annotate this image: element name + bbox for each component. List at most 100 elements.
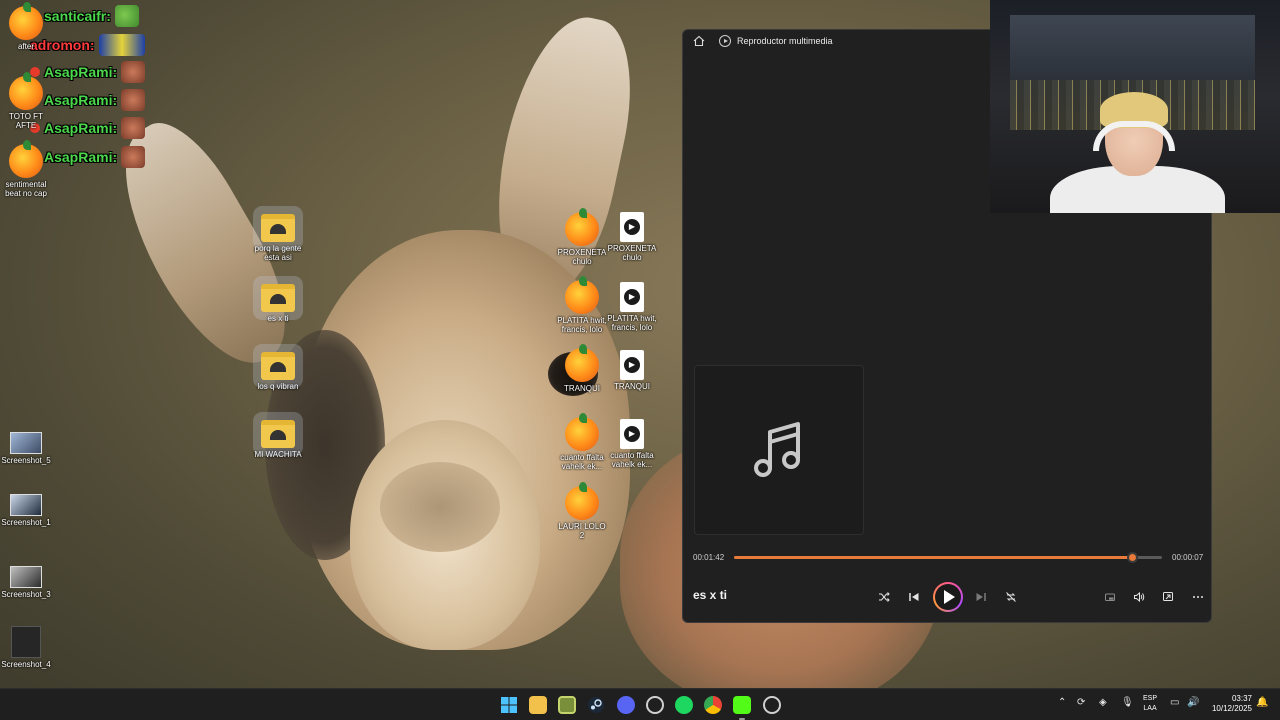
cast-icon[interactable] [1157, 586, 1179, 608]
desktop-icon-fl-project[interactable]: LAURI LOLO 2 [556, 482, 608, 540]
desktop-icon-label: los q vibran [257, 382, 299, 391]
desktop-icon-label: es x ti [267, 314, 289, 323]
desktop-icon-label: TRANQUI [614, 382, 650, 391]
layout-code: LAA [1143, 705, 1157, 712]
music-note-icon [754, 422, 800, 477]
desktop-icon-toto[interactable]: TOTO FT AFTE [0, 72, 52, 130]
desktop-icon-label: PLATITA hwit, francis, lolo [607, 314, 657, 332]
face-emote [121, 61, 146, 83]
media-player-app-icon [719, 35, 731, 47]
pepe-emote [114, 5, 139, 27]
input-language[interactable]: ESP LAA [1143, 694, 1157, 714]
file-explorer-icon[interactable] [529, 696, 547, 714]
desktop-icon-screenshot-5[interactable]: Screenshot_5 [0, 432, 52, 465]
spotify-icon[interactable] [675, 696, 693, 714]
desktop-icon-label: Screenshot_4 [1, 660, 51, 669]
image-thumbnail-icon [10, 432, 42, 454]
desktop-icon-label: PLATITA hwit, francis, lolo [557, 316, 607, 334]
seek-bar-thumb[interactable] [1127, 552, 1139, 563]
previous-track-icon[interactable] [903, 586, 925, 608]
sync-icon[interactable]: ⟳ [1077, 697, 1085, 708]
face-emote [121, 117, 146, 139]
folder-icon [261, 284, 295, 312]
elapsed-time: 00:01:42 [693, 553, 725, 562]
chrome-icon[interactable] [704, 696, 722, 714]
remaining-time: 00:00:07 [1172, 553, 1204, 562]
chevron-up-icon[interactable]: ⌃ [1058, 697, 1066, 708]
chat-username: AsapRami: [44, 92, 118, 108]
fl-studio-icon [9, 140, 43, 178]
shuffle-icon[interactable] [873, 586, 895, 608]
desktop-icon-screenshot-1[interactable]: Screenshot_1 [0, 494, 52, 527]
notification-bell-icon[interactable]: 🔔 [1256, 697, 1268, 708]
media-file-icon: ▶ [620, 419, 644, 449]
image-thumbnail-icon [10, 494, 42, 516]
image-thumbnail-icon [10, 566, 42, 588]
webcam-overlay [990, 0, 1280, 213]
desktop-icon-after[interactable]: after [0, 2, 52, 51]
desktop-icon-label: cuanto ffalta vahelk ek... [560, 453, 604, 471]
kick-icon[interactable] [733, 696, 751, 720]
desktop-icon-media-file[interactable]: ▶ cuanto ffalta vahelk ek... [606, 419, 658, 469]
desktop-folder[interactable]: porq la gente esta asi [252, 214, 304, 262]
desktop-icon-screenshot-4[interactable]: Screenshot_4 [0, 626, 52, 669]
obs-icon[interactable] [646, 696, 664, 714]
minecraft-icon[interactable] [558, 696, 576, 714]
desktop-icon-label: TRANQUI [564, 384, 600, 393]
media-file-icon: ▶ [620, 350, 644, 380]
shield-icon[interactable]: ◈ [1099, 697, 1107, 708]
seek-bar-progress [734, 556, 1133, 559]
desktop-icon-label: TOTO FT AFTE [9, 112, 43, 130]
chat-username: AsapRami: [44, 120, 118, 136]
desktop-icon-label: Screenshot_3 [1, 590, 51, 599]
desktop-icon-label: LAURI LOLO 2 [558, 522, 606, 540]
network-icon[interactable]: ▭ [1170, 697, 1179, 708]
folder-icon [261, 352, 295, 380]
folder-icon [261, 214, 295, 242]
play-button[interactable] [933, 582, 963, 612]
desktop-folder[interactable]: es x ti [252, 284, 304, 323]
chat-username: AsapRami: [44, 149, 118, 165]
next-track-icon[interactable] [970, 586, 992, 608]
desktop-icon-label: Screenshot_1 [1, 518, 51, 527]
start-button[interactable] [500, 696, 518, 714]
fl-studio-icon [565, 344, 599, 382]
fl-studio-icon [9, 72, 43, 110]
desktop-icon-fl-project[interactable]: PROXENETA chulo [556, 208, 608, 266]
desktop-icon-fl-project[interactable]: PLATITA hwit, francis, lolo [556, 276, 608, 334]
fl-studio-icon [565, 482, 599, 520]
desktop-icon-label: PROXENETA chulo [557, 248, 607, 266]
desktop-icon-media-file[interactable]: ▶ PLATITA hwit, francis, lolo [606, 282, 658, 332]
desktop-icon-label: after [17, 42, 34, 51]
media-file-icon: ▶ [620, 282, 644, 312]
desktop-icon-fl-project[interactable]: TRANQUI [556, 344, 608, 393]
taskbar: ⌃ ⟳ ◈ 🎙 ESP LAA ▭ 🔊 03:37 10/12/2025 🔔 [0, 688, 1280, 720]
more-options-icon[interactable] [1187, 586, 1209, 608]
repeat-off-icon[interactable] [1000, 586, 1022, 608]
fl-studio-icon [9, 2, 43, 40]
steam-icon[interactable] [587, 696, 605, 714]
home-icon[interactable] [693, 35, 705, 47]
desktop-icon-media-file[interactable]: ▶ TRANQUI [606, 350, 658, 391]
desktop-icon-label: Screenshot_5 [1, 456, 51, 465]
discord-icon[interactable] [617, 696, 635, 714]
desktop-icon-label: sentimental beat no cap [5, 180, 47, 198]
desktop-icon-fl-project[interactable]: cuanto ffalta vahelk ek... [556, 413, 608, 471]
desktop-icon-label: PROXENETA chulo [607, 244, 657, 262]
album-art-placeholder [694, 365, 864, 535]
fl-studio-icon [565, 276, 599, 314]
desktop-icon-media-file[interactable]: ▶ PROXENETA chulo [606, 212, 658, 262]
image-thumbnail-icon [11, 626, 41, 658]
desktop-folder[interactable]: MI WACHITA [252, 420, 304, 459]
desktop-icon-screenshot-3[interactable]: Screenshot_3 [0, 566, 52, 599]
seek-bar[interactable] [734, 552, 1162, 563]
desktop-icon-sentimental[interactable]: sentimental beat no cap [0, 140, 52, 198]
language-code: ESP [1143, 695, 1158, 702]
desktop-folder[interactable]: los q vibran [252, 352, 304, 391]
volume-icon[interactable] [1128, 586, 1150, 608]
speaker-icon[interactable]: 🔊 [1187, 697, 1199, 708]
miniplayer-icon[interactable] [1099, 586, 1121, 608]
system-clock[interactable]: 03:37 10/12/2025 [1212, 694, 1252, 714]
media-player-taskbar-icon[interactable] [763, 696, 781, 714]
microphone-icon[interactable]: 🎙 [1121, 697, 1134, 708]
